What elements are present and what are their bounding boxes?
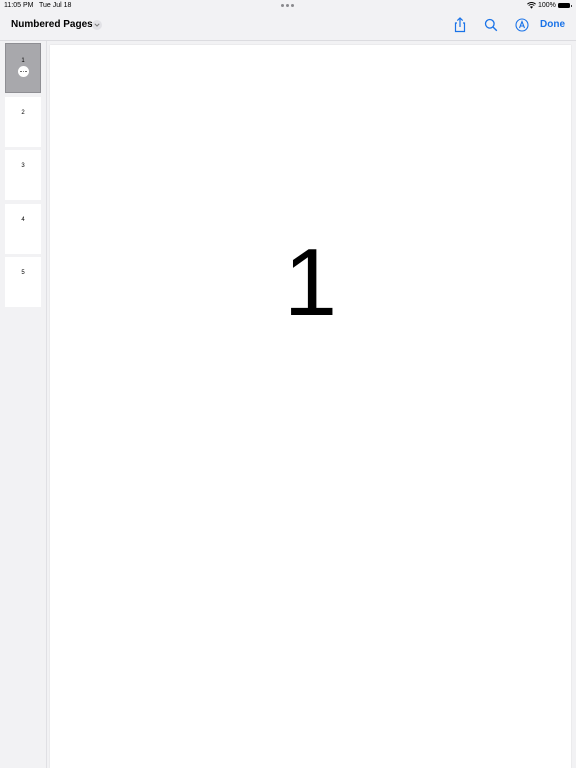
more-icon[interactable] bbox=[18, 66, 29, 77]
markup-icon[interactable] bbox=[514, 17, 530, 33]
search-icon[interactable] bbox=[483, 17, 499, 33]
status-bar: 11:05 PM Tue Jul 18 100% bbox=[0, 0, 576, 12]
chevron-down-icon[interactable] bbox=[92, 20, 102, 30]
document-page[interactable]: 1 bbox=[50, 45, 571, 768]
thumbnail-page-3[interactable]: 3 bbox=[5, 150, 41, 200]
thumbnail-page-2[interactable]: 2 bbox=[5, 97, 41, 147]
status-date: Tue Jul 18 bbox=[39, 2, 72, 9]
share-icon[interactable] bbox=[452, 17, 468, 33]
thumbnail-label: 2 bbox=[21, 110, 25, 116]
nav-divider bbox=[0, 40, 576, 41]
battery-percent: 100% bbox=[538, 2, 556, 9]
multitasking-icon[interactable] bbox=[281, 4, 294, 7]
document-title[interactable]: Numbered Pages bbox=[11, 19, 93, 30]
thumbnail-label: 4 bbox=[21, 217, 25, 223]
done-button[interactable]: Done bbox=[540, 19, 565, 30]
page-content-number: 1 bbox=[283, 229, 338, 336]
thumbnail-label: 5 bbox=[21, 270, 25, 276]
wifi-icon bbox=[527, 2, 536, 11]
thumbnail-page-1[interactable]: 1 bbox=[5, 43, 41, 93]
thumbnail-page-5[interactable]: 5 bbox=[5, 257, 41, 307]
status-time: 11:05 PM bbox=[4, 2, 34, 9]
thumbnail-label: 3 bbox=[21, 163, 25, 169]
thumbnail-page-4[interactable]: 4 bbox=[5, 204, 41, 254]
thumbnail-label: 1 bbox=[21, 58, 25, 64]
thumbnail-sidebar: 1 2 3 4 5 bbox=[0, 41, 47, 768]
nav-bar: Numbered Pages Done bbox=[0, 12, 576, 40]
battery-icon bbox=[558, 3, 572, 8]
